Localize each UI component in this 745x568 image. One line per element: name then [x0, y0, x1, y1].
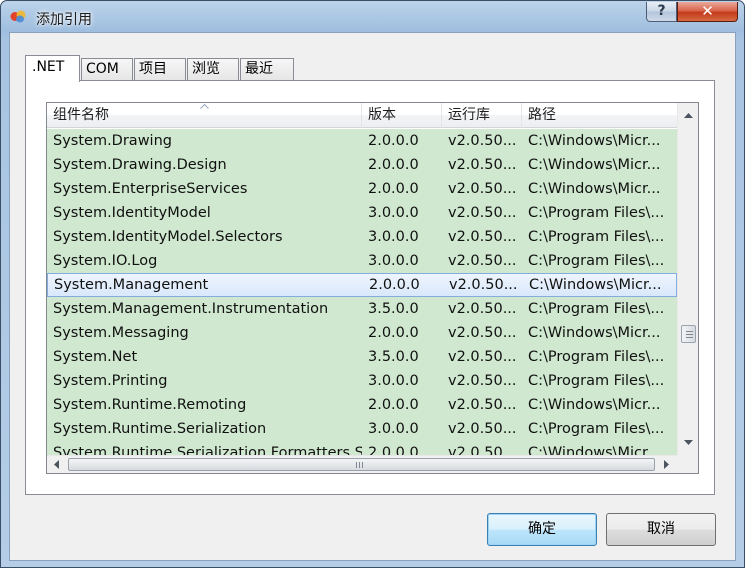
- cell-path: C:\Program Files\...: [528, 253, 665, 269]
- scroll-left-icon[interactable]: [54, 460, 59, 469]
- cell-runtime: v2.0.50...: [448, 301, 517, 317]
- cell-component-name: System.Runtime.Remoting: [53, 397, 247, 413]
- cell-component-name: System.IdentityModel: [53, 205, 211, 221]
- vertical-scrollbar[interactable]: [677, 103, 698, 455]
- add-reference-dialog: 添加引用 ? ✕ .NET COM 项目 浏览 最近 组件名称 版本 运行库 路…: [0, 0, 745, 568]
- list-item[interactable]: System.Management.Instrumentation 3.5.0.0…: [47, 297, 677, 321]
- list-header: 组件名称 版本 运行库 路径: [47, 103, 677, 128]
- cell-version: 2.0.0.0: [368, 325, 419, 341]
- list-item[interactable]: System.EnterpriseServices 2.0.0.0 v2.0.50.…: [47, 177, 677, 201]
- horizontal-scrollbar[interactable]: [47, 455, 677, 473]
- column-header-path[interactable]: 路径: [522, 103, 677, 128]
- cell-version: 3.0.0.0: [368, 373, 419, 389]
- cell-component-name: System.IdentityModel.Selectors: [53, 229, 283, 245]
- scroll-right-icon[interactable]: [664, 460, 669, 469]
- column-header-runtime[interactable]: 运行库: [442, 103, 522, 128]
- cell-path: C:\Windows\Micr...: [528, 133, 661, 149]
- cell-runtime: v2.0.50...: [448, 133, 517, 149]
- cell-version: 2.0.0.0: [368, 157, 419, 173]
- tab-panel-dotnet: 组件名称 版本 运行库 路径 System.Drawing 2.0.0.0 v2.0…: [25, 80, 715, 495]
- cell-component-name: System.EnterpriseServices: [53, 181, 248, 197]
- cell-runtime: v2.0.50...: [448, 349, 517, 365]
- column-header-label: 组件名称: [53, 107, 109, 123]
- list-item[interactable]: System.Runtime.Remoting 2.0.0.0 v2.0.50...…: [47, 393, 677, 417]
- cell-path: C:\Program Files\...: [528, 205, 665, 221]
- tab-dotnet[interactable]: .NET: [25, 55, 80, 82]
- cancel-button[interactable]: 取消: [606, 513, 716, 546]
- dialog-body: .NET COM 项目 浏览 最近 组件名称 版本 运行库 路径 System.…: [9, 32, 736, 561]
- cell-path: C:\Windows\Micr...: [528, 181, 661, 197]
- column-header-version[interactable]: 版本: [362, 103, 442, 128]
- cell-version: 2.0.0.0: [368, 397, 419, 413]
- cell-runtime: v2.0.50...: [448, 421, 517, 437]
- scrollbar-corner: [677, 455, 698, 473]
- cell-version: 3.5.0.0: [368, 301, 419, 317]
- cell-component-name: System.Messaging: [53, 325, 189, 341]
- cell-path: C:\Windows\Micr...: [528, 325, 661, 341]
- list-item[interactable]: System.Runtime.Serialization 3.0.0.0 v2.0.…: [47, 417, 677, 441]
- scroll-down-icon[interactable]: [684, 440, 693, 445]
- list-item[interactable]: System.Messaging 2.0.0.0 v2.0.50... C:\Wind…: [47, 321, 677, 345]
- cell-path: C:\Windows\Micr...: [529, 277, 662, 293]
- list-item[interactable]: System.Drawing.Design 2.0.0.0 v2.0.50... C:…: [47, 153, 677, 177]
- list-item[interactable]: System.IdentityModel 3.0.0.0 v2.0.50... C:\…: [47, 201, 677, 225]
- list-item[interactable]: System.Net 3.5.0.0 v2.0.50... C:\Program Fi…: [47, 345, 677, 369]
- cell-component-name: System.Printing: [53, 373, 168, 389]
- cell-runtime: v2.0.50...: [448, 397, 517, 413]
- ok-button[interactable]: 确定: [487, 513, 597, 546]
- cell-version: 3.5.0.0: [368, 349, 419, 365]
- tab-projects[interactable]: 项目: [134, 58, 186, 81]
- vertical-scroll-thumb[interactable]: [681, 325, 696, 343]
- cell-runtime: v2.0.50...: [448, 229, 517, 245]
- cell-version: 3.0.0.0: [368, 421, 419, 437]
- cell-path: C:\Program Files\...: [528, 229, 665, 245]
- cell-version: 2.0.0.0: [368, 133, 419, 149]
- scroll-up-icon[interactable]: [684, 113, 693, 118]
- cell-version: 3.0.0.0: [368, 205, 419, 221]
- cell-version: 3.0.0.0: [368, 229, 419, 245]
- horizontal-scroll-thumb[interactable]: [68, 458, 655, 471]
- component-list[interactable]: 组件名称 版本 运行库 路径 System.Drawing 2.0.0.0 v2.0…: [46, 102, 699, 474]
- cell-runtime: v2.0.50...: [448, 205, 517, 221]
- tab-recent[interactable]: 最近: [240, 58, 294, 81]
- cell-runtime: v2.0.50...: [448, 325, 517, 341]
- cell-path: C:\Program Files\...: [528, 373, 665, 389]
- tab-browse[interactable]: 浏览: [187, 58, 239, 81]
- cell-path: C:\Windows\Micr...: [528, 397, 661, 413]
- cell-path: C:\Windows\Micr...: [528, 157, 661, 173]
- cell-version: 2.0.0.0: [368, 181, 419, 197]
- sort-ascending-icon: [200, 104, 209, 109]
- cell-runtime: v2.0.50...: [448, 373, 517, 389]
- cell-version: 2.0.0.0: [369, 277, 420, 293]
- column-header-component-name[interactable]: 组件名称: [47, 103, 362, 128]
- list-item[interactable]: System.IO.Log 3.0.0.0 v2.0.50... C:\Program…: [47, 249, 677, 273]
- list-item-selected[interactable]: System.Management 2.0.0.0 v2.0.50... C:\Win…: [47, 273, 677, 297]
- list-item[interactable]: System.Printing 3.0.0.0 v2.0.50... C:\Progr…: [47, 369, 677, 393]
- cell-component-name: System.Management: [54, 277, 209, 293]
- window-title: 添加引用: [36, 12, 92, 28]
- title-bar[interactable]: 添加引用 ? ✕: [1, 1, 744, 32]
- cell-runtime: v2.0.50...: [448, 181, 517, 197]
- cell-component-name: System.Drawing.Design: [53, 157, 227, 173]
- cell-runtime: v2.0.50...: [448, 253, 517, 269]
- cell-component-name: System.Net: [53, 349, 138, 365]
- list-item[interactable]: System.Drawing 2.0.0.0 v2.0.50... C:\Window…: [47, 129, 677, 153]
- cell-path: C:\Program Files\...: [528, 349, 665, 365]
- cell-path: C:\Program Files\...: [528, 301, 665, 317]
- close-button[interactable]: ✕: [677, 2, 738, 22]
- cell-runtime: v2.0.50...: [449, 277, 518, 293]
- cell-path: C:\Program Files\...: [528, 421, 665, 437]
- cell-runtime: v2.0.50...: [448, 157, 517, 173]
- list-item[interactable]: System.IdentityModel.Selectors 3.0.0.0 v2.…: [47, 225, 677, 249]
- help-button[interactable]: ?: [646, 2, 677, 22]
- cell-component-name: System.Runtime.Serialization: [53, 421, 267, 437]
- cell-component-name: System.IO.Log: [53, 253, 158, 269]
- cell-component-name: System.Drawing: [53, 133, 172, 149]
- cell-component-name: System.Management.Instrumentation: [53, 301, 329, 317]
- cell-version: 3.0.0.0: [368, 253, 419, 269]
- app-icon: [10, 10, 26, 23]
- tab-com[interactable]: COM: [81, 58, 133, 81]
